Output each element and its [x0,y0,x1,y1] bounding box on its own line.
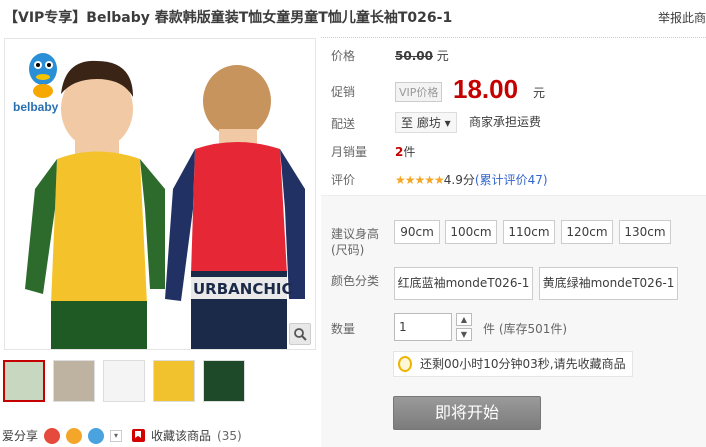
share-bar: 爱分享 ▾ 收藏该商品 (35) [2,427,242,444]
price-label: 价格 [331,49,356,63]
thumbnail-4[interactable] [153,360,195,402]
quantity-decrease-button[interactable]: ▼ [456,328,472,341]
thumbnail-3[interactable] [103,360,145,402]
weibo-icon[interactable] [44,427,61,444]
lightbulb-icon [398,356,412,372]
monthly-sales: 2件 [395,145,416,159]
quantity-increase-button[interactable]: ▲ [456,313,472,326]
size-option-110[interactable]: 110cm [503,220,555,244]
stock-info: 件 (库存501件) [483,322,568,336]
shipping-destination-select[interactable]: 至 廊坊 ▾ [395,112,457,133]
brand-logo-text: belbaby [13,100,59,114]
shirt-print-text: URBANCHIC [193,280,292,298]
rating-stars: ★★★★★ [395,173,445,187]
zoom-icon[interactable] [289,323,311,345]
promo-label: 促销 [331,85,356,99]
sale-price-unit: 元 [533,86,546,100]
share-more-icon[interactable]: ▾ [110,429,123,442]
countdown-notice: 还剩00小时10分钟03秒,请先收藏商品 [393,351,633,377]
share-label: 爱分享 [2,429,39,443]
thumbnail-5[interactable] [203,360,245,402]
color-option-red-blue[interactable]: 红底蓝袖mondeT026-1 [394,267,533,300]
favorite-count: (35) [217,428,242,443]
size-option-120[interactable]: 120cm [561,220,613,244]
tencent-weibo-icon[interactable] [88,427,105,444]
rating-score: 4.9分 [443,173,475,187]
price-panel: 价格 50.00 元 促销 VIP价格 18.00 元 配送 至 廊坊 ▾ 商家… [321,37,706,195]
thumbnail-strip [3,360,245,402]
original-price: 50.00 元 [395,49,449,63]
thumbnail-1[interactable] [3,360,45,402]
color-label: 颜色分类 [331,274,380,288]
sale-price: 18.00 [453,74,519,104]
size-option-90[interactable]: 90cm [394,220,440,244]
favorite-link[interactable]: 收藏该商品 [151,427,211,444]
thumbnail-2[interactable] [53,360,95,402]
rating-label: 评价 [331,173,356,187]
color-option-yellow-green[interactable]: 黄底绿袖mondeT026-1 [539,267,678,300]
vip-price-tag: VIP价格 [395,82,443,102]
size-option-100[interactable]: 100cm [445,220,497,244]
reviews-link[interactable]: (累计评价47) [475,173,548,187]
monthly-sales-label: 月销量 [331,145,368,159]
quantity-input[interactable]: 1 [394,313,452,341]
size-option-130[interactable]: 130cm [619,220,671,244]
product-photo: belbaby URBANCHIC [5,39,315,349]
purchase-options: 建议身高 (尺码) 90cm 100cm 110cm 120cm 130cm 颜色… [321,195,706,447]
shipping-note: 商家承担运费 [469,115,542,129]
main-product-image[interactable]: belbaby URBANCHIC [4,38,316,350]
size-label: 建议身高 (尺码) [331,227,380,257]
favorite-icon[interactable] [132,429,146,442]
rating-summary: ★★★★★4.9分(累计评价47) [395,171,548,188]
report-link[interactable]: 举报此商 [658,9,706,26]
quantity-label: 数量 [331,322,356,336]
product-title: 【VIP专享】Belbaby 春款韩版童装T恤女童男童T恤儿童长袖T026-1 [4,10,453,26]
shipping-label: 配送 [331,117,356,131]
countdown-text: 还剩00小时10分钟03秒,请先收藏商品 [420,357,626,371]
qzone-icon[interactable] [66,427,83,444]
buy-now-button[interactable]: 即将开始 [393,396,541,430]
